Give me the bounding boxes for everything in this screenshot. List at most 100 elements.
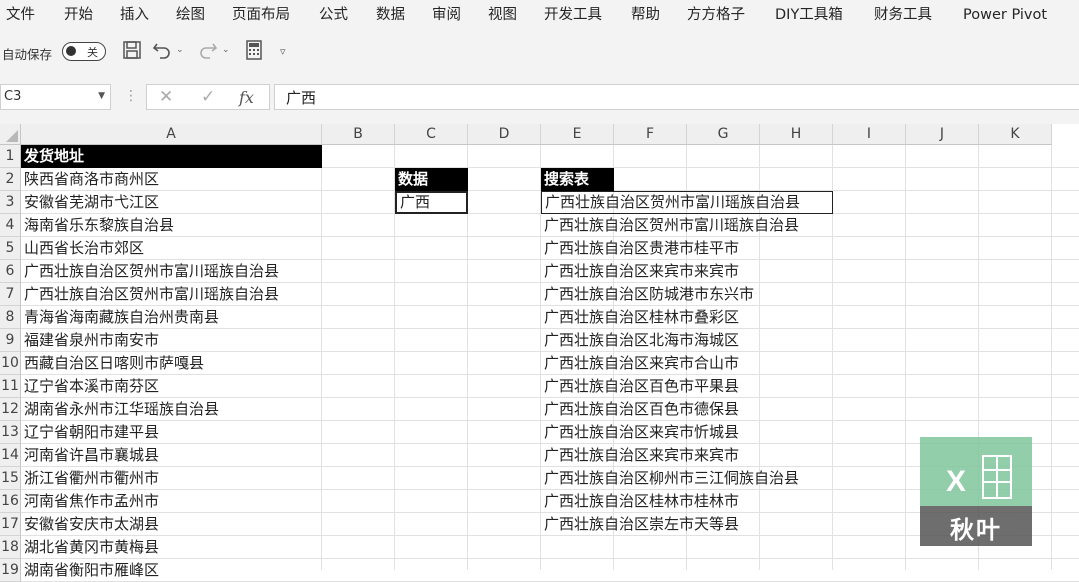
column-header-b[interactable]: B	[322, 124, 395, 145]
row-header[interactable]: 4	[0, 214, 21, 237]
tab-7[interactable]: 审阅	[432, 0, 461, 32]
redo-dropdown-icon[interactable]: ⌄	[222, 45, 230, 55]
sheet-glyph	[982, 455, 1012, 499]
cell-a[interactable]: 河南省许昌市襄城县	[21, 444, 322, 467]
tab-0[interactable]: 文件	[6, 0, 35, 32]
cell-c3-selected[interactable]: 广西	[395, 191, 468, 214]
save-icon[interactable]	[120, 40, 144, 64]
column-header-h[interactable]: H	[760, 124, 833, 145]
calculator-icon[interactable]	[242, 40, 266, 64]
column-header-i[interactable]: I	[833, 124, 906, 145]
row-header[interactable]: 2	[0, 168, 21, 191]
redo-icon[interactable]	[196, 40, 220, 64]
cell-e2-header[interactable]: 搜索表	[541, 168, 614, 191]
row-header[interactable]: 15	[0, 467, 21, 490]
cell-e[interactable]: 广西壮族自治区来宾市来宾市	[541, 444, 833, 467]
row-header[interactable]: 16	[0, 490, 21, 513]
cell-e[interactable]: 广西壮族自治区崇左市天等县	[541, 513, 833, 536]
tab-9[interactable]: 开发工具	[544, 0, 602, 32]
row-header[interactable]: 8	[0, 306, 21, 329]
cell-a[interactable]: 浙江省衢州市衢州市	[21, 467, 322, 490]
tab-13[interactable]: 财务工具	[874, 0, 932, 32]
cell-e[interactable]: 广西壮族自治区贺州市富川瑶族自治县	[541, 191, 833, 214]
chevron-down-icon[interactable]: ▼	[98, 91, 105, 101]
cell-a[interactable]: 安徽省安庆市太湖县	[21, 513, 322, 536]
row-header[interactable]: 12	[0, 398, 21, 421]
select-all-button[interactable]	[0, 124, 21, 145]
ribbon-tab-bar: 文件 开始 插入 绘图 页面布局 公式 数据 审阅 视图 开发工具 帮助 方方格子 DIY工具箱 财务工具…	[0, 0, 1079, 32]
name-box[interactable]: C3 ▼	[0, 84, 111, 110]
cell-e[interactable]: 广西壮族自治区来宾市合山市	[541, 352, 833, 375]
cell-a1-header[interactable]: 发货地址	[21, 145, 322, 168]
cell-e[interactable]: 广西壮族自治区来宾市忻城县	[541, 421, 833, 444]
cell-a[interactable]: 湖南省衡阳市雁峰区	[21, 559, 322, 582]
tab-1[interactable]: 开始	[64, 0, 93, 32]
cell-a[interactable]: 广西壮族自治区贺州市富川瑶族自治县	[21, 283, 322, 306]
tab-5[interactable]: 公式	[319, 0, 348, 32]
cell-a[interactable]: 西藏自治区日喀则市萨嘎县	[21, 352, 322, 375]
row-header[interactable]: 17	[0, 513, 21, 536]
tab-11[interactable]: 方方格子	[687, 0, 745, 32]
column-header-g[interactable]: G	[687, 124, 760, 145]
cell-a[interactable]: 河南省焦作市孟州市	[21, 490, 322, 513]
column-header-a[interactable]: A	[21, 124, 322, 145]
cell-a[interactable]: 辽宁省本溪市南芬区	[21, 375, 322, 398]
tab-10[interactable]: 帮助	[631, 0, 660, 32]
tab-14[interactable]: Power Pivot	[963, 0, 1047, 32]
column-header-f[interactable]: F	[614, 124, 687, 145]
cell-e[interactable]: 广西壮族自治区来宾市来宾市	[541, 260, 833, 283]
column-header-c[interactable]: C	[395, 124, 468, 145]
row-header[interactable]: 19	[0, 559, 21, 582]
cancel-icon[interactable]: ✕	[159, 87, 173, 107]
cell-e[interactable]: 广西壮族自治区桂林市桂林市	[541, 490, 833, 513]
row-header[interactable]: 1	[0, 145, 21, 168]
tab-6[interactable]: 数据	[376, 0, 405, 32]
cell-a[interactable]: 湖北省黄冈市黄梅县	[21, 536, 322, 559]
cell-a[interactable]: 山西省长治市郊区	[21, 237, 322, 260]
row-header[interactable]: 11	[0, 375, 21, 398]
cell-e[interactable]: 广西壮族自治区贵港市桂平市	[541, 237, 833, 260]
row-header[interactable]: 5	[0, 237, 21, 260]
column-header-e[interactable]: E	[541, 124, 614, 145]
cell-a[interactable]: 湖南省永州市江华瑶族自治县	[21, 398, 322, 421]
cell-e[interactable]: 广西壮族自治区北海市海城区	[541, 329, 833, 352]
cell-a[interactable]: 陕西省商洛市商州区	[21, 168, 322, 191]
cell-e[interactable]: 广西壮族自治区贺州市富川瑶族自治县	[541, 214, 833, 237]
enter-icon[interactable]: ✓	[201, 87, 215, 107]
cell-a[interactable]: 青海省海南藏族自治州贵南县	[21, 306, 322, 329]
tab-12[interactable]: DIY工具箱	[775, 0, 843, 32]
cell-e[interactable]: 广西壮族自治区桂林市叠彩区	[541, 306, 833, 329]
row-header[interactable]: 9	[0, 329, 21, 352]
undo-icon[interactable]	[150, 40, 174, 64]
row-header[interactable]: 14	[0, 444, 21, 467]
tab-4[interactable]: 页面布局	[232, 0, 290, 32]
cell-a[interactable]: 辽宁省朝阳市建平县	[21, 421, 322, 444]
row-header[interactable]: 10	[0, 352, 21, 375]
column-header-j[interactable]: J	[906, 124, 979, 145]
row-header[interactable]: 13	[0, 421, 21, 444]
column-header-d[interactable]: D	[468, 124, 541, 145]
cell-a[interactable]: 安徽省芜湖市弋江区	[21, 191, 322, 214]
row-header[interactable]: 7	[0, 283, 21, 306]
cell-a[interactable]: 福建省泉州市南安市	[21, 329, 322, 352]
undo-dropdown-icon[interactable]: ⌄	[176, 45, 184, 55]
column-header-k[interactable]: K	[979, 124, 1052, 145]
row-header[interactable]: 18	[0, 536, 21, 559]
insert-function-button[interactable]: fx	[239, 88, 254, 107]
cell-a[interactable]: 海南省乐东黎族自治县	[21, 214, 322, 237]
cell-c2-header[interactable]: 数据	[395, 168, 468, 191]
row-header[interactable]: 6	[0, 260, 21, 283]
cell-e[interactable]: 广西壮族自治区百色市平果县	[541, 375, 833, 398]
cell-a[interactable]: 广西壮族自治区贺州市富川瑶族自治县	[21, 260, 322, 283]
tab-2[interactable]: 插入	[120, 0, 149, 32]
cell-e[interactable]: 广西壮族自治区百色市德保县	[541, 398, 833, 421]
row-header[interactable]: 3	[0, 191, 21, 214]
tab-3[interactable]: 绘图	[176, 0, 205, 32]
formula-input[interactable]: 广西	[274, 84, 1079, 110]
cell-e[interactable]: 广西壮族自治区柳州市三江侗族自治县	[541, 467, 833, 490]
customize-icon[interactable]: ▿	[280, 45, 286, 58]
cell-e[interactable]: 广西壮族自治区防城港市东兴市	[541, 283, 833, 306]
spreadsheet-grid[interactable]: A B C D E F G H I J K 1 2 3 4 5 6 7 8 9 10 11 12 13 14 15 16 17 18 19…	[0, 124, 1079, 582]
tab-8[interactable]: 视图	[488, 0, 517, 32]
autosave-toggle[interactable]: 关	[62, 42, 106, 61]
